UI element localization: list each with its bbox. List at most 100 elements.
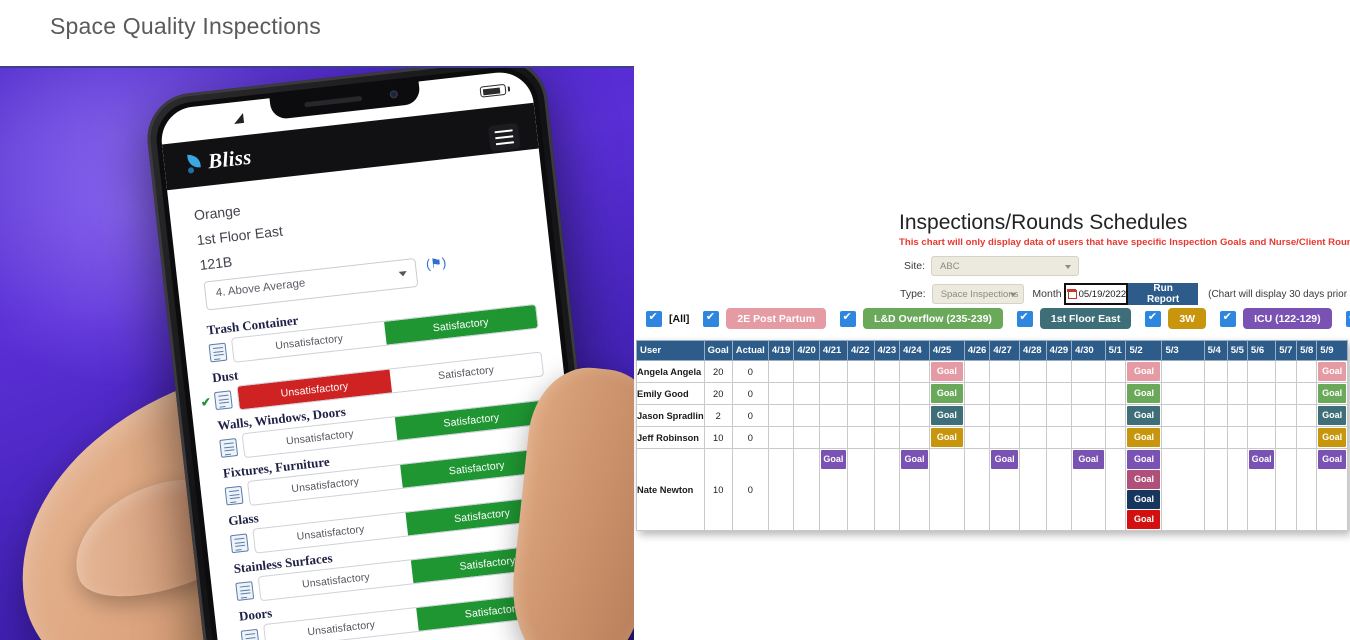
grid-col-4-30[interactable]: 4/30 xyxy=(1071,340,1106,361)
cell-day: Goal xyxy=(1316,426,1348,449)
cell-day xyxy=(899,404,930,427)
calendar-icon[interactable] xyxy=(1067,289,1077,299)
goal-badge[interactable]: Goal xyxy=(930,428,963,447)
grid-col-4-26[interactable]: 4/26 xyxy=(963,340,991,361)
cell-day xyxy=(989,382,1021,405)
unit-chip[interactable]: ICU (122-129) xyxy=(1243,308,1332,329)
grid-col-5-7[interactable]: 5/7 xyxy=(1275,340,1298,361)
cell-day: Goal xyxy=(1125,404,1163,427)
goal-badge[interactable]: Goal xyxy=(1248,450,1275,469)
goal-badge[interactable]: Goal xyxy=(901,450,928,469)
goal-badge[interactable]: Goal xyxy=(1127,510,1161,529)
cell-actual: 0 xyxy=(731,360,769,383)
cell-day xyxy=(846,404,875,427)
goal-badge[interactable]: Goal xyxy=(1127,490,1161,509)
cell-day xyxy=(1071,426,1106,449)
goal-badge[interactable]: Goal xyxy=(1127,406,1161,425)
schedule-grid-header-row: User Goal Actual 4/19 4/20 4/21 4/22 4/23 4/24 4/… xyxy=(636,340,1348,361)
cell-day xyxy=(1226,426,1248,449)
unit-chip[interactable]: 2E Post Partum xyxy=(726,308,827,329)
goal-badge[interactable]: Goal xyxy=(991,450,1019,469)
grid-col-5-3[interactable]: 5/3 xyxy=(1161,340,1205,361)
goal-badge[interactable]: Goal xyxy=(1318,362,1346,381)
grid-col-4-23[interactable]: 4/23 xyxy=(873,340,901,361)
goal-badge[interactable]: Goal xyxy=(1318,450,1346,469)
grid-col-5-5[interactable]: 5/5 xyxy=(1226,340,1248,361)
goal-badge[interactable]: Goal xyxy=(1073,450,1104,469)
note-icon[interactable] xyxy=(208,342,228,362)
goal-badge[interactable]: Goal xyxy=(1318,384,1346,403)
month-date-input[interactable]: 05/19/2022 xyxy=(1063,283,1129,305)
note-icon[interactable] xyxy=(224,485,244,506)
cell-actual: 0 xyxy=(731,448,769,531)
hamburger-menu-icon[interactable] xyxy=(487,122,521,152)
checkbox-all[interactable] xyxy=(646,310,662,327)
goal-badge[interactable]: Goal xyxy=(1127,450,1161,469)
battery-tip-icon xyxy=(507,86,511,92)
grid-col-5-9[interactable]: 5/9 xyxy=(1316,340,1348,361)
unit-chip[interactable]: 3W xyxy=(1168,308,1207,329)
note-icon[interactable] xyxy=(213,389,233,410)
grid-col-4-20[interactable]: 4/20 xyxy=(793,340,820,361)
grid-col-user[interactable]: User xyxy=(636,340,705,361)
grid-col-4-29[interactable]: 4/29 xyxy=(1045,340,1073,361)
cell-user: Angela Angela xyxy=(636,360,705,383)
cell-day xyxy=(1203,404,1228,427)
checkbox-unit-2[interactable] xyxy=(1016,310,1033,327)
app-name: Bliss xyxy=(206,144,253,174)
type-select[interactable]: Space Inspections xyxy=(931,284,1025,304)
cell-day xyxy=(793,382,820,405)
unit-chip[interactable]: 1st Floor East xyxy=(1039,308,1132,329)
cell-day xyxy=(1203,426,1228,449)
grid-col-5-8[interactable]: 5/8 xyxy=(1296,340,1318,361)
goal-badge[interactable]: Goal xyxy=(820,450,846,469)
note-icon[interactable] xyxy=(229,532,249,553)
cell-day xyxy=(1161,360,1205,383)
cell-day: Goal xyxy=(1316,382,1348,405)
grid-col-4-22[interactable]: 4/22 xyxy=(846,340,875,361)
flag-icon[interactable]: (⚑) xyxy=(425,255,447,273)
checkbox-unit-0[interactable] xyxy=(703,310,720,327)
run-report-button[interactable]: Run Report xyxy=(1128,283,1199,305)
schedule-grid-body: Angela Angela 20 0 Goal Goal Goal Emily Good 20… xyxy=(636,360,1348,531)
goal-badge[interactable]: Goal xyxy=(930,384,963,403)
note-icon[interactable] xyxy=(235,580,255,601)
goal-badge[interactable]: Goal xyxy=(1127,384,1161,403)
site-select[interactable]: ABC xyxy=(931,256,1080,276)
goal-badge[interactable]: Goal xyxy=(930,362,963,381)
cell-goal: 10 xyxy=(703,448,733,531)
checkbox-unit-4[interactable] xyxy=(1220,310,1237,327)
goal-badge[interactable]: Goal xyxy=(1127,362,1161,381)
grid-col-5-2[interactable]: 5/2 xyxy=(1125,340,1163,361)
cell-day xyxy=(1246,426,1277,449)
grid-col-4-21[interactable]: 4/21 xyxy=(818,340,848,361)
grid-col-4-25[interactable]: 4/25 xyxy=(928,340,965,361)
grid-col-4-24[interactable]: 4/24 xyxy=(899,340,930,361)
cell-day xyxy=(846,382,875,405)
cell-day: Goal xyxy=(928,382,965,405)
note-icon[interactable] xyxy=(240,628,260,640)
chip-label-all[interactable]: [All] xyxy=(669,313,689,325)
grid-col-goal[interactable]: Goal xyxy=(703,340,733,361)
cell-day xyxy=(1104,382,1127,405)
grid-col-4-19[interactable]: 4/19 xyxy=(767,340,795,361)
cell-day xyxy=(873,404,901,427)
checkbox-unit-1[interactable] xyxy=(840,310,857,327)
goal-badge[interactable]: Goal xyxy=(1127,428,1161,447)
goal-stack: Goal xyxy=(930,384,964,403)
goal-badge[interactable]: Goal xyxy=(930,406,963,425)
checkbox-unit-3[interactable] xyxy=(1145,310,1162,327)
goal-badge[interactable]: Goal xyxy=(1127,470,1161,489)
unit-chip[interactable]: L&D Overflow (235-239) xyxy=(863,308,1003,329)
note-icon[interactable] xyxy=(219,437,239,458)
grid-col-4-28[interactable]: 4/28 xyxy=(1019,340,1047,361)
checkbox-unit-5[interactable] xyxy=(1345,310,1350,327)
grid-col-5-4[interactable]: 5/4 xyxy=(1203,340,1228,361)
cell-day xyxy=(1045,360,1073,383)
grid-col-5-6[interactable]: 5/6 xyxy=(1246,340,1277,361)
grid-col-4-27[interactable]: 4/27 xyxy=(989,340,1021,361)
goal-badge[interactable]: Goal xyxy=(1318,428,1346,447)
goal-badge[interactable]: Goal xyxy=(1318,406,1346,425)
grid-col-actual[interactable]: Actual xyxy=(731,340,769,361)
grid-col-5-1[interactable]: 5/1 xyxy=(1104,340,1127,361)
